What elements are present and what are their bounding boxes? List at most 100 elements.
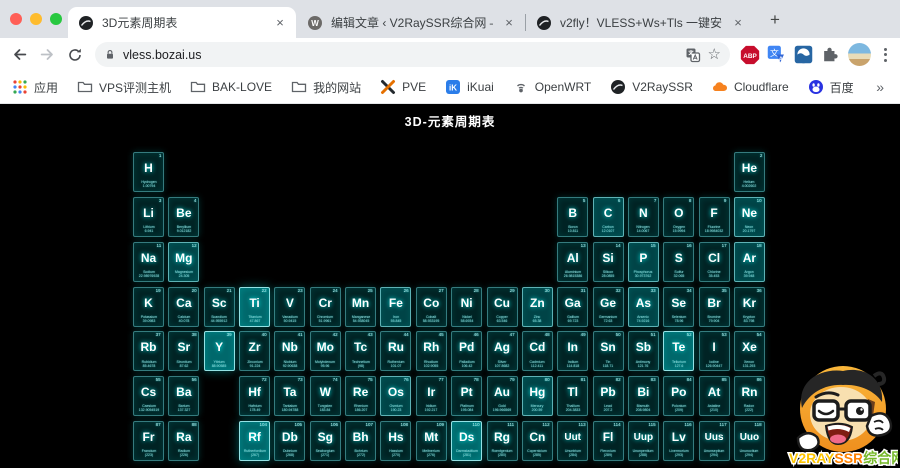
element-Rb[interactable]: 37RbRubidium85.4678 [133, 331, 164, 371]
tab-close-button[interactable]: × [730, 15, 746, 31]
element-Ba[interactable]: 56BaBarium137.327 [168, 376, 199, 416]
profile-avatar[interactable] [848, 43, 871, 66]
element-Rg[interactable]: 111RgRoentgenium(280) [487, 421, 518, 461]
bookmark-PVE[interactable]: PVE [380, 79, 426, 95]
element-Ta[interactable]: 73TaTantalum180.94788 [274, 376, 305, 416]
element-Y[interactable]: 39YYttrium88.90585 [204, 331, 235, 371]
element-Ir[interactable]: 77IrIridium192.217 [416, 376, 447, 416]
bookmark-我的网站[interactable]: 我的网站 [291, 79, 361, 96]
element-In[interactable]: 49InIndium114.818 [557, 331, 588, 371]
bookmark-应用[interactable]: 应用 [12, 79, 58, 96]
element-Lv[interactable]: 116LvLivermorium(293) [663, 421, 694, 461]
element-Co[interactable]: 27CoCobalt58.933195 [416, 287, 447, 327]
element-Xe[interactable]: 54XeXenon131.293 [734, 331, 765, 371]
address-bar[interactable]: vless.bozai.us ☆ [95, 42, 730, 67]
element-Os[interactable]: 76OsOsmium190.23 [380, 376, 411, 416]
element-Au[interactable]: 79AuGold196.966569 [487, 376, 518, 416]
tab-2[interactable]: v2fly！VLESS+Ws+Tls 一键安装× [526, 7, 754, 38]
extensions-menu-button[interactable] [818, 42, 843, 67]
element-Hg[interactable]: 80HgMercury200.59 [522, 376, 553, 416]
bookmark-Cloudflare[interactable]: Cloudflare [712, 79, 789, 95]
forward-button[interactable] [34, 42, 60, 68]
bookmarks-overflow-chevron[interactable]: » [876, 79, 888, 95]
element-Se[interactable]: 34SeSelenium78.96 [663, 287, 694, 327]
element-Al[interactable]: 13AlAluminium26.9815386 [557, 242, 588, 282]
bookmark-star-icon[interactable]: ☆ [708, 47, 721, 62]
minimize-window-button[interactable] [30, 13, 42, 25]
tab-close-button[interactable]: × [272, 15, 288, 31]
element-Bi[interactable]: 83BiBismuth208.9804 [628, 376, 659, 416]
element-Ti[interactable]: 22TiTitanium47.867 [239, 287, 270, 327]
element-Ga[interactable]: 31GaGallium69.723 [557, 287, 588, 327]
element-Si[interactable]: 14SiSilicon28.0855 [593, 242, 624, 282]
close-window-button[interactable] [10, 13, 22, 25]
element-Uup[interactable]: 115UupUnunpentium(288) [628, 421, 659, 461]
element-Ne[interactable]: 10NeNeon20.1797 [734, 197, 765, 237]
element-I[interactable]: 53IIodine126.90447 [699, 331, 730, 371]
element-Ca[interactable]: 20CaCalcium40.078 [168, 287, 199, 327]
element-Zr[interactable]: 40ZrZirconium91.224 [239, 331, 270, 371]
element-N[interactable]: 7NNitrogen14.0067 [628, 197, 659, 237]
element-Rn[interactable]: 86RnRadon(222) [734, 376, 765, 416]
element-H[interactable]: 1HHydrogen1.00794 [133, 152, 164, 192]
element-At[interactable]: 85AtAstatine(210) [699, 376, 730, 416]
element-Cu[interactable]: 29CuCopper63.546 [487, 287, 518, 327]
element-P[interactable]: 15PPhosphorus30.973762 [628, 242, 659, 282]
element-Hs[interactable]: 108HsHassium(270) [380, 421, 411, 461]
browser-menu-button[interactable] [876, 48, 894, 62]
bookmark-BAK-LOVE[interactable]: BAK-LOVE [190, 79, 272, 95]
element-As[interactable]: 33AsArsenic74.9216 [628, 287, 659, 327]
element-Re[interactable]: 75ReRhenium186.207 [345, 376, 376, 416]
element-Tc[interactable]: 43TcTechnetium(98) [345, 331, 376, 371]
element-Br[interactable]: 35BrBromine79.904 [699, 287, 730, 327]
element-Ru[interactable]: 44RuRuthenium101.07 [380, 331, 411, 371]
element-Sr[interactable]: 38SrStrontium87.62 [168, 331, 199, 371]
element-V[interactable]: 23VVanadium50.9415 [274, 287, 305, 327]
element-Ni[interactable]: 28NiNickel58.6934 [451, 287, 482, 327]
element-S[interactable]: 16SSulfur32.065 [663, 242, 694, 282]
element-Sc[interactable]: 21ScScandium44.955912 [204, 287, 235, 327]
element-Rh[interactable]: 45RhRhodium102.9055 [416, 331, 447, 371]
element-He[interactable]: 2HeHelium4.002602 [734, 152, 765, 192]
element-Fl[interactable]: 114FlFlerovium(289) [593, 421, 624, 461]
element-Cn[interactable]: 112CnCopernicium(285) [522, 421, 553, 461]
element-Uus[interactable]: 117UusUnunseptium(294) [699, 421, 730, 461]
element-Be[interactable]: 4BeBeryllium9.012182 [168, 197, 199, 237]
element-O[interactable]: 8OOxygen15.9994 [663, 197, 694, 237]
bookmark-OpenWRT[interactable]: OpenWRT [513, 79, 591, 95]
url-text[interactable]: vless.bozai.us [123, 48, 678, 62]
element-Sb[interactable]: 51SbAntimony121.76 [628, 331, 659, 371]
translate-extension[interactable]: 文 A [764, 42, 789, 67]
bookmark-iKuai[interactable]: iKiKuai [445, 79, 494, 95]
fullscreen-window-button[interactable] [50, 13, 62, 25]
element-Mo[interactable]: 42MoMolybdenum95.96 [310, 331, 341, 371]
back-button[interactable] [6, 42, 32, 68]
proxy-extension[interactable] [791, 42, 816, 67]
element-Li[interactable]: 3LiLithium6.941 [133, 197, 164, 237]
tab-0[interactable]: 3D元素周期表× [68, 7, 296, 38]
element-F[interactable]: 9FFluorine18.9984032 [699, 197, 730, 237]
element-Cl[interactable]: 17ClChlorine35.453 [699, 242, 730, 282]
element-Hf[interactable]: 72HfHafnium178.49 [239, 376, 270, 416]
element-Cr[interactable]: 24CrChromium51.9961 [310, 287, 341, 327]
element-Te[interactable]: 52TeTellurium127.6 [663, 331, 694, 371]
element-Bh[interactable]: 107BhBohrium(272) [345, 421, 376, 461]
reload-button[interactable] [62, 42, 88, 68]
new-tab-button[interactable]: + [762, 7, 788, 33]
element-Db[interactable]: 105DbDubnium(268) [274, 421, 305, 461]
element-Fr[interactable]: 87FrFrancium(223) [133, 421, 164, 461]
element-Pb[interactable]: 82PbLead207.2 [593, 376, 624, 416]
element-Ge[interactable]: 32GeGermanium72.63 [593, 287, 624, 327]
element-Zn[interactable]: 30ZnZinc65.38 [522, 287, 553, 327]
element-Uuo[interactable]: 118UuoUnunoctium(294) [734, 421, 765, 461]
element-Ag[interactable]: 47AgSilver107.8682 [487, 331, 518, 371]
element-Mt[interactable]: 109MtMeitnerium(276) [416, 421, 447, 461]
element-Fe[interactable]: 26FeIron55.845 [380, 287, 411, 327]
translate-page-icon[interactable] [685, 47, 701, 63]
element-Mn[interactable]: 25MnManganese54.938045 [345, 287, 376, 327]
element-Ds[interactable]: 110DsDarmstadtium(281) [451, 421, 482, 461]
element-Pt[interactable]: 78PtPlatinum195.084 [451, 376, 482, 416]
element-Tl[interactable]: 81TlThallium204.3833 [557, 376, 588, 416]
element-Mg[interactable]: 12MgMagnesium24.305 [168, 242, 199, 282]
element-Rf[interactable]: 104RfRutherfordium(267) [239, 421, 270, 461]
